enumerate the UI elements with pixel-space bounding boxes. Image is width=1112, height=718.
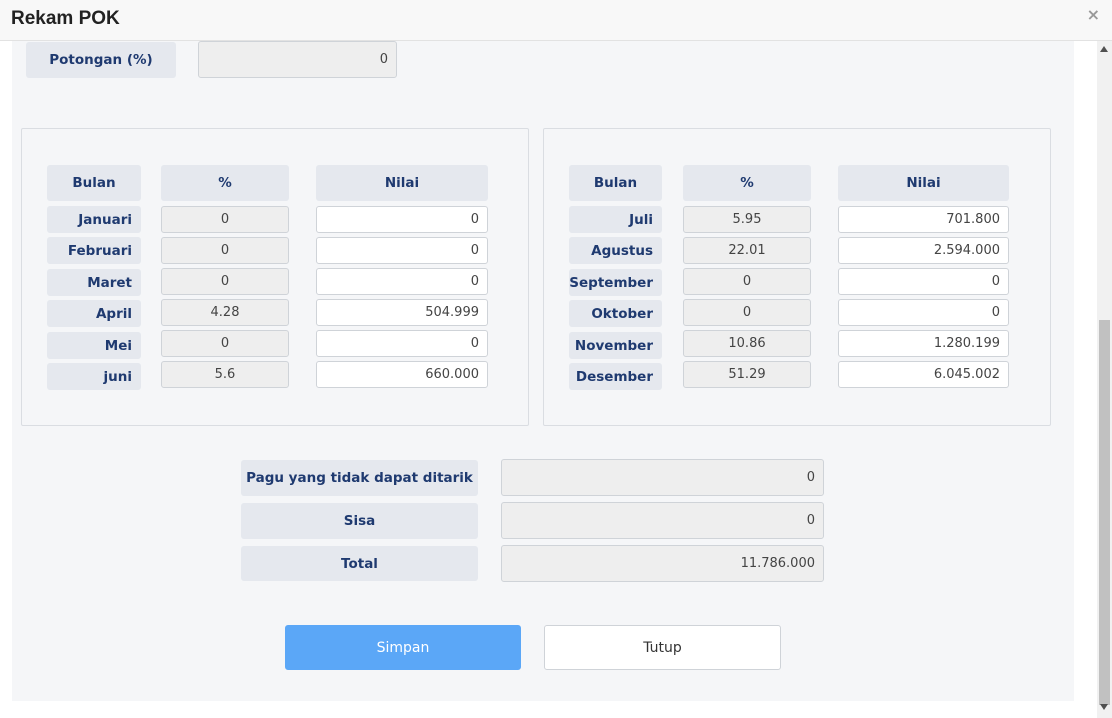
- scroll-up-arrow-icon[interactable]: [1100, 46, 1108, 52]
- month-label-april: April: [47, 300, 141, 327]
- month-label-juli: Juli: [569, 206, 662, 233]
- month-label-januari: Januari: [47, 206, 141, 233]
- persen-field-januari: 0: [161, 206, 289, 233]
- close-icon[interactable]: ×: [1087, 5, 1100, 24]
- nilai-input-januari[interactable]: 0: [316, 206, 488, 233]
- total-label: Total: [241, 546, 478, 581]
- persen-field-november: 10.86: [683, 330, 811, 357]
- persen-field-oktober: 0: [683, 299, 811, 326]
- potongan-label: Potongan (%): [26, 42, 176, 78]
- persen-field-juni: 5.6: [161, 361, 289, 388]
- nilai-input-september[interactable]: 0: [838, 268, 1009, 295]
- nilai-input-desember[interactable]: 6.045.002: [838, 361, 1009, 388]
- dialog-title: Rekam POK: [11, 8, 120, 29]
- scrollbar-thumb[interactable]: [1099, 320, 1110, 705]
- simpan-button[interactable]: Simpan: [285, 625, 521, 670]
- dialog-header: Rekam POK ×: [0, 0, 1112, 41]
- nilai-input-oktober[interactable]: 0: [838, 299, 1009, 326]
- sisa-field: 0: [501, 502, 824, 539]
- persen-field-maret: 0: [161, 268, 289, 295]
- month-label-november: November: [569, 332, 662, 359]
- nilai-input-juli[interactable]: 701.800: [838, 206, 1009, 233]
- right-header-nilai: Nilai: [838, 165, 1009, 201]
- right-header-persen: %: [683, 165, 811, 201]
- pagu-field: 0: [501, 459, 824, 496]
- month-label-juni: juni: [47, 363, 141, 390]
- nilai-input-februari[interactable]: 0: [316, 237, 488, 264]
- month-label-februari: Februari: [47, 237, 141, 264]
- persen-field-februari: 0: [161, 237, 289, 264]
- potongan-field: 0: [198, 41, 397, 78]
- persen-field-desember: 51.29: [683, 361, 811, 388]
- month-label-desember: Desember: [569, 363, 662, 390]
- month-label-agustus: Agustus: [569, 237, 662, 264]
- right-header-bulan: Bulan: [569, 165, 662, 201]
- nilai-input-november[interactable]: 1.280.199: [838, 330, 1009, 357]
- month-label-oktober: Oktober: [569, 300, 662, 327]
- month-label-september: September: [569, 269, 662, 296]
- left-header-nilai: Nilai: [316, 165, 488, 201]
- persen-field-agustus: 22.01: [683, 237, 811, 264]
- persen-field-april: 4.28: [161, 299, 289, 326]
- nilai-input-juni[interactable]: 660.000: [316, 361, 488, 388]
- left-header-persen: %: [161, 165, 289, 201]
- nilai-input-agustus[interactable]: 2.594.000: [838, 237, 1009, 264]
- tutup-button[interactable]: Tutup: [544, 625, 781, 670]
- persen-field-juli: 5.95: [683, 206, 811, 233]
- sisa-label: Sisa: [241, 503, 478, 539]
- month-label-maret: Maret: [47, 269, 141, 296]
- nilai-input-mei[interactable]: 0: [316, 330, 488, 357]
- scroll-down-arrow-icon[interactable]: [1100, 704, 1108, 710]
- left-header-bulan: Bulan: [47, 165, 141, 201]
- total-field: 11.786.000: [501, 545, 824, 582]
- month-label-mei: Mei: [47, 332, 141, 359]
- pagu-label: Pagu yang tidak dapat ditarik: [241, 460, 478, 496]
- nilai-input-maret[interactable]: 0: [316, 268, 488, 295]
- persen-field-september: 0: [683, 268, 811, 295]
- nilai-input-april[interactable]: 504.999: [316, 299, 488, 326]
- persen-field-mei: 0: [161, 330, 289, 357]
